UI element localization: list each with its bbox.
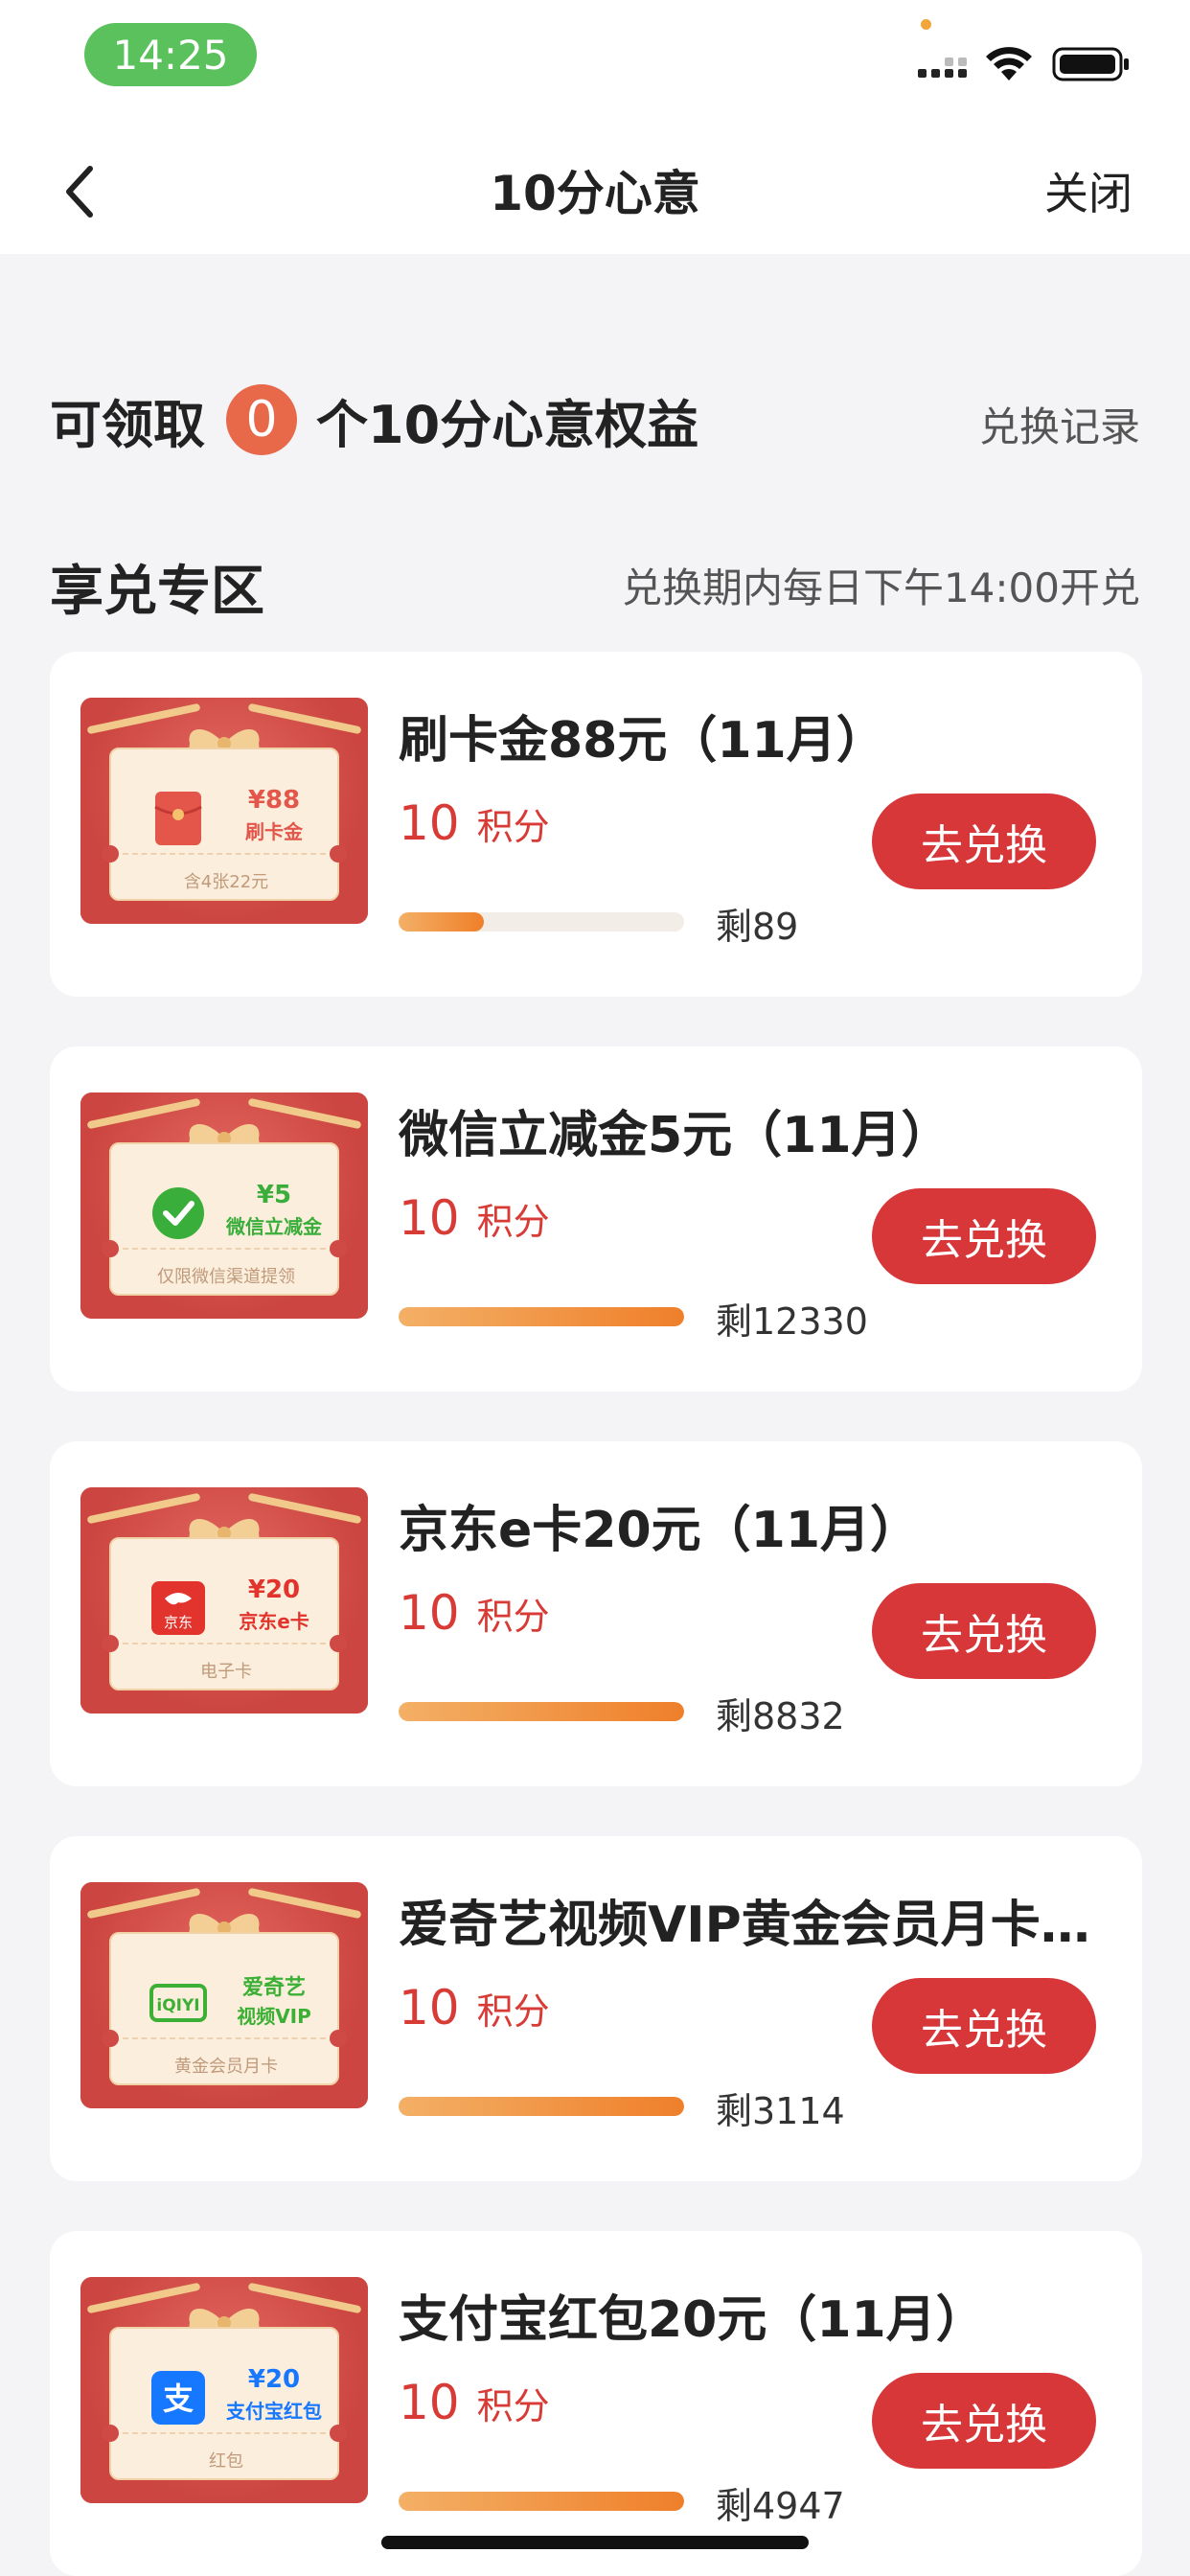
- svg-text:iQIYI: iQIYI: [156, 1996, 199, 2015]
- remaining-count: 剩4947: [716, 2485, 845, 2527]
- home-indicator[interactable]: [381, 2536, 809, 2549]
- section-note: 兑换期内每日下午14:00开兑: [621, 564, 1140, 611]
- points-unit: 积分: [476, 1596, 550, 1638]
- thumb-name: 支付宝红包: [226, 2400, 322, 2423]
- thumb-amount: ¥5: [256, 1181, 292, 1209]
- points-value: 10: [399, 2375, 460, 2430]
- redeem-button[interactable]: 去兑换: [872, 794, 1096, 889]
- points-value: 10: [399, 795, 460, 851]
- card-thumbnail: iQIYI 爱奇艺 视频VIP 黄金会员月卡: [80, 1882, 368, 2108]
- thumb-sub: 电子卡: [200, 1662, 252, 1682]
- points-unit: 积分: [476, 1201, 550, 1243]
- iqiyi-icon: iQIYI: [149, 1984, 207, 2022]
- wifi-icon: [986, 47, 1032, 80]
- thumb-name: 视频VIP: [237, 2005, 311, 2028]
- stock-progress-bar: [399, 2097, 684, 2116]
- svg-text:京东: 京东: [164, 1614, 193, 1631]
- card-thumbnail: 支 ¥20 支付宝红包 红包: [80, 2277, 368, 2503]
- stock-progress-bar: [399, 2492, 684, 2511]
- thumb-name: 刷卡金: [245, 820, 303, 843]
- points-value: 10: [399, 1190, 460, 1246]
- remaining-count: 剩89: [716, 906, 799, 948]
- benefit-summary: 可领取 0 个10分心意权益: [50, 381, 698, 458]
- alipay-icon: 支: [151, 2371, 205, 2425]
- points-value: 10: [399, 1980, 460, 2036]
- signal-icon: [918, 58, 967, 78]
- svg-text:支: 支: [163, 2380, 194, 2417]
- list-item: ¥88 刷卡金 含4张22元 刷卡金88元（11月） 10 积分 剩89 去兑换: [50, 652, 1142, 997]
- stock-progress-bar: [399, 1702, 684, 1721]
- points-price: 10 积分: [399, 2375, 550, 2430]
- points-unit: 积分: [476, 806, 550, 848]
- card-title: 微信立减金5元（11月）: [399, 1107, 951, 1164]
- summary-suffix: 个10分心意权益: [316, 394, 699, 455]
- battery-icon: [1052, 47, 1129, 81]
- thumb-sub: 含4张22元: [183, 872, 269, 892]
- privacy-indicator-dot: [921, 19, 931, 30]
- thumb-sub: 红包: [209, 2451, 243, 2472]
- thumb-amount: ¥20: [247, 2365, 301, 2394]
- list-item: 支 ¥20 支付宝红包 红包 支付宝红包20元（11月） 10 积分 剩4947…: [50, 2231, 1142, 2576]
- thumb-sub: 黄金会员月卡: [174, 2057, 278, 2077]
- wechat-icon: [152, 1187, 204, 1239]
- thumb-amount: ¥20: [247, 1576, 301, 1604]
- thumb-name: 京东e卡: [239, 1610, 309, 1633]
- points-value: 10: [399, 1585, 460, 1641]
- remaining-count: 剩12330: [716, 1300, 868, 1343]
- nav-bar: 10分心意 关闭: [0, 115, 1190, 254]
- redeem-button[interactable]: 去兑换: [872, 1583, 1096, 1679]
- points-price: 10 积分: [399, 1585, 550, 1641]
- section-title: 享兑专区: [50, 561, 264, 623]
- thumb-name: 微信立减金: [226, 1215, 322, 1238]
- stock-progress-bar: [399, 1307, 684, 1326]
- remaining-count: 剩8832: [716, 1695, 845, 1737]
- exchange-record-link[interactable]: 兑换记录: [979, 395, 1140, 453]
- thumb-amount: ¥88: [247, 786, 301, 815]
- list-item: 京东 ¥20 京东e卡 电子卡 京东e卡20元（11月） 10 积分 剩8832…: [50, 1441, 1142, 1786]
- page-title: 10分心意: [490, 166, 700, 221]
- summary-prefix: 可领取: [50, 394, 205, 455]
- status-bar: 14:25: [0, 0, 1190, 115]
- stock-progress-bar: [399, 912, 684, 932]
- card-title: 京东e卡20元（11月）: [399, 1502, 920, 1559]
- benefit-count-badge: 0: [226, 384, 297, 455]
- points-unit: 积分: [476, 2385, 550, 2427]
- redeem-button[interactable]: 去兑换: [872, 1978, 1096, 2074]
- points-price: 10 积分: [399, 795, 550, 851]
- status-time: 14:25: [84, 23, 257, 86]
- card-title: 爱奇艺视频VIP黄金会员月卡（11月）: [399, 1897, 1108, 1954]
- points-price: 10 积分: [399, 1190, 550, 1246]
- remaining-count: 剩3114: [716, 2090, 845, 2132]
- red-envelope-icon: [154, 792, 202, 845]
- card-thumbnail: ¥5 微信立减金 仅限微信渠道提领: [80, 1092, 368, 1319]
- card-thumbnail: ¥88 刷卡金 含4张22元: [80, 698, 368, 924]
- card-title: 刷卡金88元（11月）: [399, 712, 886, 770]
- card-thumbnail: 京东 ¥20 京东e卡 电子卡: [80, 1487, 368, 1714]
- thumb-amount: 爱奇艺: [241, 1976, 306, 2000]
- thumb-sub: 仅限微信渠道提领: [157, 1267, 295, 1287]
- list-item: iQIYI 爱奇艺 视频VIP 黄金会员月卡 爱奇艺视频VIP黄金会员月卡（11…: [50, 1836, 1142, 2181]
- list-item: ¥5 微信立减金 仅限微信渠道提领 微信立减金5元（11月） 10 积分 剩12…: [50, 1046, 1142, 1392]
- redeem-button[interactable]: 去兑换: [872, 2373, 1096, 2469]
- card-title: 支付宝红包20元（11月）: [399, 2291, 986, 2349]
- redeem-button[interactable]: 去兑换: [872, 1188, 1096, 1284]
- points-price: 10 积分: [399, 1980, 550, 2036]
- points-unit: 积分: [476, 1990, 550, 2033]
- close-button[interactable]: 关闭: [1044, 159, 1133, 222]
- jd-icon: 京东: [151, 1581, 205, 1635]
